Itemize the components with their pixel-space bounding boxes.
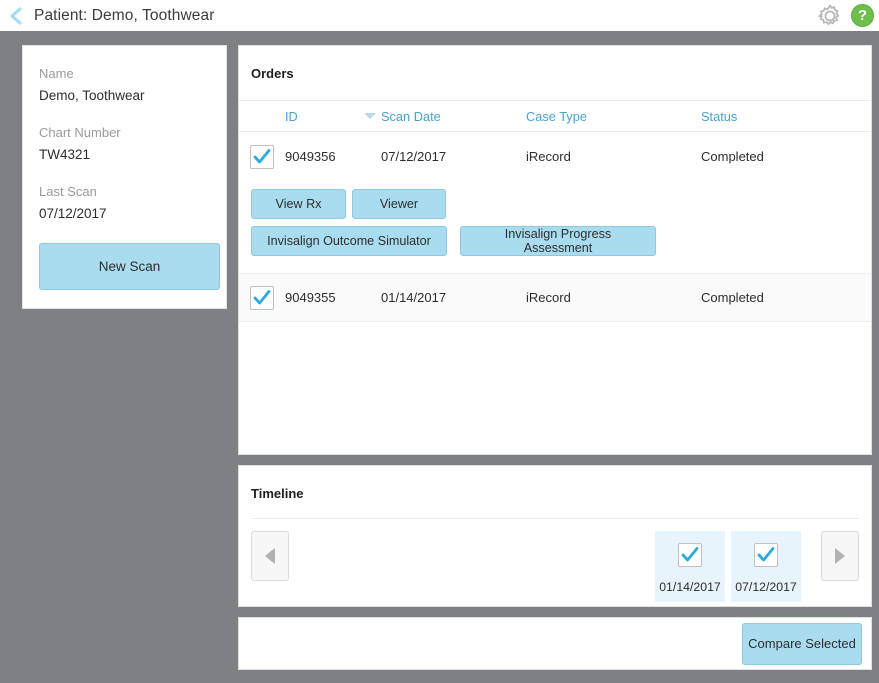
compare-selected-button[interactable]: Compare Selected (742, 622, 862, 665)
top-bar-actions: ? (817, 3, 879, 29)
timeline-item[interactable]: 01/14/2017 (655, 531, 725, 602)
order-checkbox[interactable] (250, 144, 274, 169)
order-case-type: iRecord (526, 149, 571, 164)
timeline-body: 01/14/2017 07/12/2017 (239, 519, 871, 609)
timeline-heading: Timeline (251, 486, 304, 501)
timeline-item-date: 07/12/2017 (735, 580, 797, 594)
page-title: Patient: Demo, Toothwear (34, 6, 215, 24)
order-id: 9049355 (285, 290, 336, 305)
name-value: Demo, Toothwear (39, 88, 145, 103)
last-scan-label: Last Scan (39, 184, 97, 199)
timeline-items: 01/14/2017 07/12/2017 (655, 531, 859, 602)
order-status: Completed (701, 290, 764, 305)
last-scan-value: 07/12/2017 (39, 206, 107, 221)
help-glyph: ? (857, 7, 868, 24)
arrow-left-icon (265, 548, 275, 564)
invisalign-outcome-simulator-button[interactable]: Invisalign Outcome Simulator (251, 226, 447, 256)
order-checkbox[interactable] (250, 285, 274, 310)
order-actions: View Rx Viewer Invisalign Outcome Simula… (239, 181, 871, 273)
checkmark-icon (681, 547, 699, 562)
timeline-checkbox[interactable] (754, 543, 778, 567)
order-scan-date: 07/12/2017 (381, 149, 447, 164)
viewer-button[interactable]: Viewer (352, 189, 446, 219)
checkmark-icon (253, 148, 271, 163)
row-select-cell (239, 285, 285, 310)
orders-table-header: ID Scan Date Case Type Status (239, 100, 871, 132)
sort-descending-caret-icon[interactable] (359, 113, 381, 119)
compare-bar: Compare Selected (238, 617, 872, 670)
orders-panel: Orders ID Scan Date Case Type Status 904… (238, 45, 872, 455)
chart-number-value: TW4321 (39, 147, 91, 162)
column-header-scan-date[interactable]: Scan Date (381, 109, 526, 124)
order-scan-date: 01/14/2017 (381, 290, 447, 305)
back-chevron-icon[interactable] (0, 0, 34, 31)
column-header-status[interactable]: Status (701, 109, 871, 124)
table-row[interactable]: 9049355 01/14/2017 iRecord Completed (239, 273, 871, 322)
arrow-right-icon (835, 548, 845, 564)
new-scan-button[interactable]: New Scan (39, 243, 220, 290)
order-id: 9049356 (285, 149, 336, 164)
timeline-prev-button[interactable] (251, 531, 289, 581)
timeline-item[interactable]: 07/12/2017 (731, 531, 801, 602)
timeline-item-date: 01/14/2017 (659, 580, 721, 594)
order-status: Completed (701, 149, 764, 164)
gear-icon[interactable] (817, 3, 843, 29)
name-label: Name (39, 66, 74, 81)
help-icon[interactable]: ? (851, 4, 874, 27)
view-rx-button[interactable]: View Rx (251, 189, 346, 219)
checkmark-icon (253, 289, 271, 304)
row-select-cell (239, 144, 285, 169)
column-header-case-type[interactable]: Case Type (526, 109, 701, 124)
column-header-id[interactable]: ID (285, 109, 359, 124)
checkmark-icon (757, 547, 775, 562)
timeline-next-button[interactable] (821, 531, 859, 581)
order-actions-row-primary: View Rx Viewer (251, 189, 871, 219)
patient-info-card: Name Demo, Toothwear Chart Number TW4321… (22, 45, 227, 309)
orders-heading: Orders (251, 66, 294, 81)
invisalign-progress-assessment-button[interactable]: Invisalign Progress Assessment (460, 226, 656, 256)
timeline-panel: Timeline 01/14/2017 07/12/2017 (238, 465, 872, 607)
top-bar: Patient: Demo, Toothwear ? (0, 0, 879, 31)
chart-number-label: Chart Number (39, 125, 121, 140)
table-row[interactable]: 9049356 07/12/2017 iRecord Completed (239, 132, 871, 181)
timeline-checkbox[interactable] (678, 543, 702, 567)
order-case-type: iRecord (526, 290, 571, 305)
order-actions-row-secondary: Invisalign Outcome Simulator Invisalign … (251, 226, 871, 256)
